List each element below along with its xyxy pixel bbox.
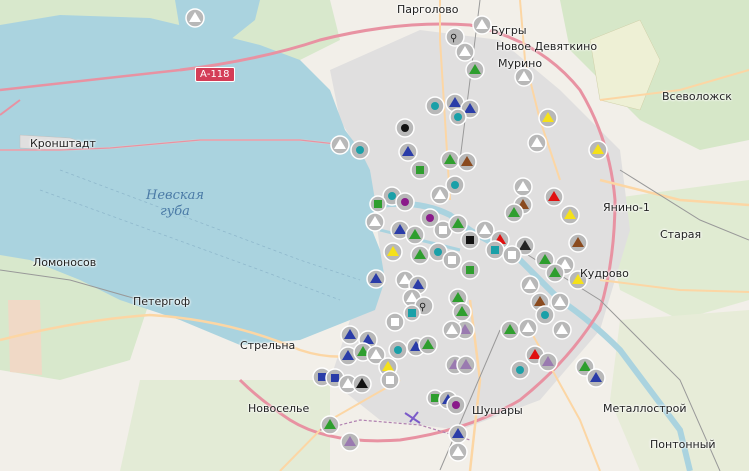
place-label: Стрельна — [240, 339, 296, 352]
water-label-line1: Невская — [146, 188, 204, 203]
map-marker[interactable] — [394, 346, 402, 354]
place-label: Металлострой — [603, 402, 687, 415]
map-marker[interactable] — [356, 146, 364, 154]
map-marker[interactable] — [434, 248, 442, 256]
map-marker[interactable] — [451, 181, 459, 189]
map-marker[interactable] — [541, 311, 549, 319]
place-label: Старая — [660, 228, 702, 241]
place-label: Новое Девяткино — [496, 40, 598, 53]
place-label: Понтонный — [650, 438, 716, 451]
place-label: Бугры — [491, 24, 527, 37]
map-base-layer: ⚲ ⚲ — [0, 0, 749, 471]
place-label: Новоселье — [248, 402, 310, 415]
map-marker[interactable] — [426, 214, 434, 222]
place-label: Петергоф — [133, 295, 191, 308]
svg-text:⚲: ⚲ — [450, 33, 457, 44]
water-label-neva-bay: Невская губа — [140, 188, 210, 220]
place-label: Всеволожск — [662, 90, 732, 103]
place-label: Мурино — [498, 57, 543, 70]
water-label-line2: губа — [160, 204, 190, 219]
map-marker[interactable] — [452, 401, 460, 409]
map-marker[interactable] — [401, 198, 409, 206]
place-label: Янино-1 — [603, 201, 650, 214]
place-label: Кудрово — [580, 267, 629, 280]
place-label: Кронштадт — [30, 137, 96, 150]
road-shield-a118: А-118 — [195, 67, 235, 82]
map-marker[interactable] — [516, 366, 524, 374]
map-marker[interactable] — [401, 124, 409, 132]
map-marker[interactable] — [454, 113, 462, 121]
place-label: Шушары — [472, 404, 523, 417]
place-label: Парголово — [397, 3, 459, 16]
map-marker[interactable] — [431, 102, 439, 110]
map-view[interactable]: ⚲ ⚲ А-118 Невская губа Парголово Бугры Н… — [0, 0, 749, 471]
place-label: Ломоносов — [33, 256, 97, 269]
map-marker[interactable] — [388, 192, 396, 200]
